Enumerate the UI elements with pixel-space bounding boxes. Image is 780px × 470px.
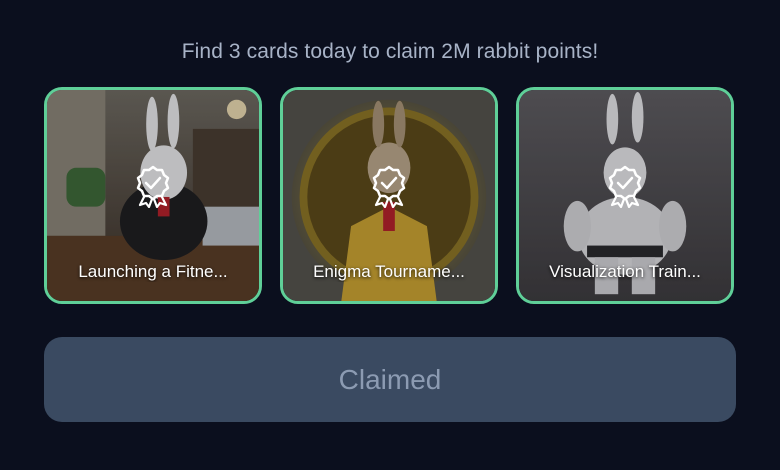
card-1-title: Launching a Fitne... <box>78 262 228 281</box>
daily-cards-screen: Find 3 cards today to claim 2M rabbit po… <box>0 0 780 470</box>
daily-cards-instruction: Find 3 cards today to claim 2M rabbit po… <box>181 40 599 63</box>
card-3[interactable]: Visualization Train... <box>516 87 734 304</box>
claimed-badge-icon <box>136 165 170 208</box>
card-1[interactable]: Launching a Fitne... <box>44 87 262 304</box>
card-2-title: Enigma Tourname... <box>313 262 465 281</box>
claimed-button[interactable]: Claimed <box>44 337 736 422</box>
claimed-badge-icon <box>372 165 406 208</box>
card-2[interactable]: Enigma Tourname... <box>280 87 498 304</box>
card-3-title: Visualization Train... <box>549 262 701 281</box>
claimed-badge-icon <box>608 165 642 208</box>
